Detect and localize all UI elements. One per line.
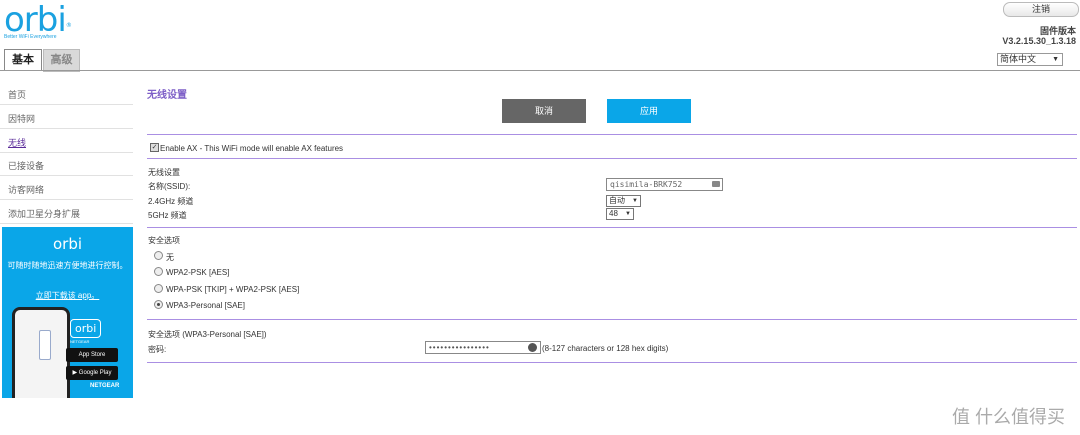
section-divider	[147, 158, 1077, 159]
tab-basic[interactable]: 基本	[4, 49, 42, 71]
section-divider	[147, 319, 1077, 320]
sidebar-divider	[0, 175, 133, 176]
google-play-button[interactable]: ▶ Google Play	[66, 366, 118, 380]
sidebar-divider	[0, 223, 133, 224]
tab-divider	[0, 70, 1080, 71]
security-radio-wpa-wpa2[interactable]	[154, 284, 163, 293]
logout-button[interactable]: 注销	[1003, 2, 1079, 17]
security-radio-none[interactable]	[154, 251, 163, 260]
wireless-section-title: 无线设置	[148, 168, 180, 177]
sidebar-item-add-satellite[interactable]: 添加卫星分身扩展	[8, 207, 80, 220]
promo-download-link[interactable]: 立即下载该 app。	[2, 290, 133, 301]
security-option-label: 无	[166, 253, 174, 262]
ssid-value: qisimila-BRK752	[610, 180, 683, 189]
sidebar-divider	[0, 128, 133, 129]
sidebar-item-wireless[interactable]: 无线	[8, 136, 26, 149]
chevron-down-icon: ▼	[632, 198, 638, 204]
language-value: 简体中文	[1000, 54, 1037, 64]
security-detail-title: 安全选项 (WPA3-Personal [SAE])	[148, 330, 267, 339]
app-store-button[interactable]: App Store	[66, 348, 118, 362]
security-option-label: WPA3-Personal [SAE]	[166, 301, 245, 310]
security-radio-wpa2[interactable]	[154, 267, 163, 276]
sidebar-item-guest-network[interactable]: 访客网络	[8, 183, 44, 196]
band24-channel-select[interactable]: 自动 ▼	[606, 195, 641, 207]
password-input[interactable]: ••••••••••••••••	[425, 341, 541, 354]
promo-logo: orbi	[52, 235, 83, 253]
section-divider	[147, 227, 1077, 228]
language-select[interactable]: 简体中文 ▼	[997, 53, 1063, 66]
firmware-version: V3.2.15.30_1.3.18	[1002, 36, 1076, 46]
section-divider	[147, 362, 1077, 363]
page-title: 无线设置	[147, 90, 187, 101]
band5-value: 48	[609, 209, 618, 218]
router-icon	[39, 330, 51, 360]
sidebar-divider	[0, 152, 133, 153]
security-option-label: WPA-PSK [TKIP] + WPA2-PSK [AES]	[166, 285, 300, 294]
security-options-title: 安全选项	[148, 236, 180, 245]
section-divider	[147, 134, 1077, 135]
google-play-label: Google Play	[78, 370, 112, 376]
cancel-button[interactable]: 取消	[502, 99, 586, 123]
apply-button[interactable]: 应用	[607, 99, 691, 123]
app-store-label: App Store	[78, 352, 106, 358]
app-promo-banner: orbi 可随时随地迅速方便地进行控制。 立即下载该 app。 orbi NET…	[2, 227, 133, 398]
sidebar-item-home[interactable]: 首页	[8, 88, 26, 101]
eye-icon[interactable]	[528, 343, 537, 352]
enable-ax-checkbox[interactable]: ✓	[150, 143, 159, 152]
band5-label: 5GHz 频道	[148, 211, 187, 220]
enable-ax-label: Enable AX - This WiFi mode will enable A…	[160, 144, 344, 153]
keyboard-icon	[712, 181, 720, 187]
chevron-down-icon: ▼	[1052, 56, 1059, 63]
sidebar-item-internet[interactable]: 因特网	[8, 112, 35, 125]
tab-advanced[interactable]: 高级	[43, 49, 80, 72]
band24-value: 自动	[609, 196, 625, 205]
phone-image	[12, 307, 70, 398]
ssid-input[interactable]: qisimila-BRK752	[606, 178, 723, 191]
sidebar-divider	[0, 199, 133, 200]
password-hint: (8-127 characters or 128 hex digits)	[542, 344, 669, 353]
band5-channel-select[interactable]: 48 ▼	[606, 208, 634, 220]
security-option-label: WPA2-PSK [AES]	[166, 268, 230, 277]
band24-label: 2.4GHz 频道	[148, 197, 194, 206]
promo-app-logo: orbi	[70, 319, 102, 338]
password-value: ••••••••••••••••	[429, 343, 490, 352]
promo-text: 可随时随地迅速方便地进行控制。	[7, 261, 128, 270]
password-label: 密码:	[148, 345, 167, 354]
security-radio-wpa3[interactable]	[154, 300, 163, 309]
netgear-brand: NETGEAR	[90, 383, 120, 389]
logo-tagline: Better WiFi Everywhere	[4, 34, 57, 40]
chevron-down-icon: ▼	[625, 211, 631, 217]
ssid-label: 名称(SSID):	[148, 182, 191, 191]
watermark: 值 什么值得买	[952, 407, 1066, 427]
sidebar-item-attached-devices[interactable]: 已接设备	[8, 159, 44, 172]
promo-app-sub: NETGEAR	[70, 339, 90, 344]
sidebar-divider	[0, 104, 133, 105]
